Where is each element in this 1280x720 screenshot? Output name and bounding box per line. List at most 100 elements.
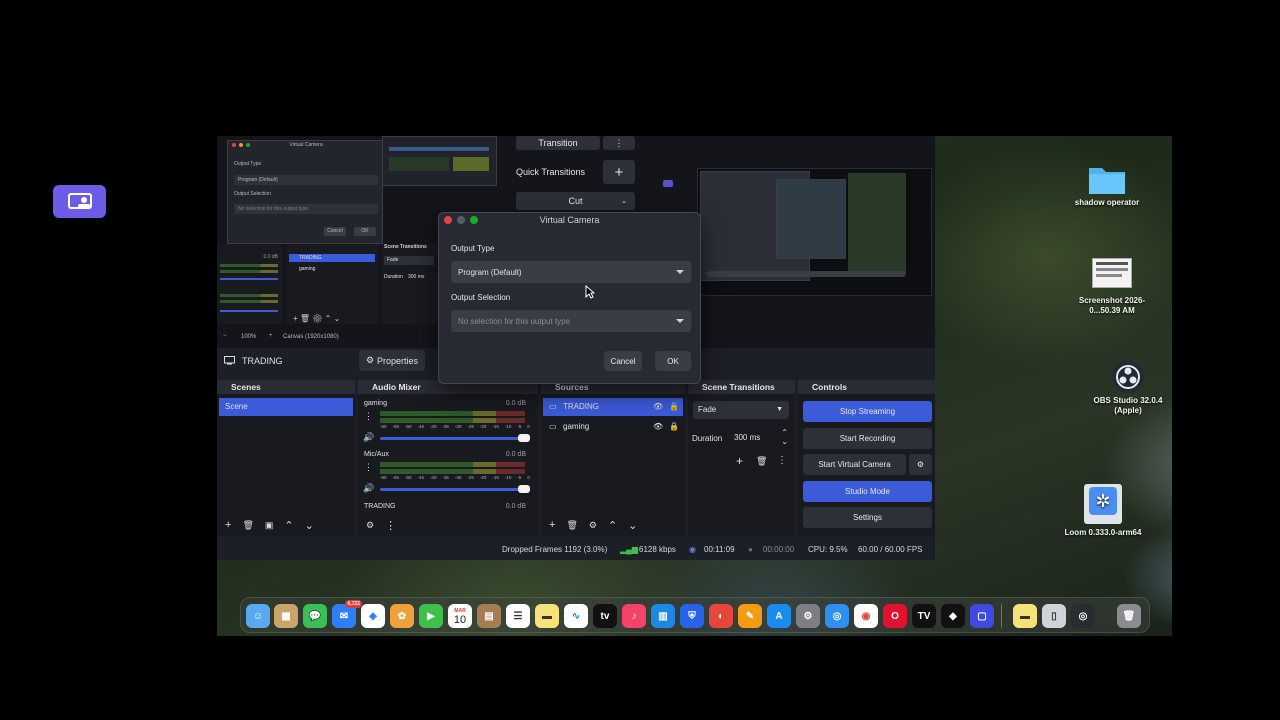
cancel-button[interactable]: Cancel xyxy=(604,351,642,371)
transition-button[interactable]: Transition xyxy=(516,136,600,150)
keynote-icon[interactable]: ▥ xyxy=(651,604,675,628)
stop-streaming-button[interactable]: Stop Streaming xyxy=(803,401,932,422)
system-settings-icon[interactable]: ⚙ xyxy=(796,604,820,628)
scene-item[interactable]: Scene xyxy=(219,398,353,416)
add-source-icon[interactable]: + xyxy=(549,519,555,531)
add-transition-icon[interactable]: + xyxy=(736,454,743,468)
cut-label: Cut xyxy=(568,196,583,206)
audio-settings-icon[interactable]: ⚙ xyxy=(366,520,374,531)
cut-transition-button[interactable]: Cut ⌄ xyxy=(516,192,635,210)
transition-type-select[interactable]: Fade ▼ xyxy=(693,401,789,419)
preview-icon[interactable]: ▯ xyxy=(1042,604,1066,628)
volume-slider[interactable] xyxy=(380,437,525,440)
channel-menu-icon[interactable]: ⋮ xyxy=(364,411,373,422)
add-scene-icon[interactable]: + xyxy=(225,519,231,531)
calendar-icon[interactable]: MAR 10 xyxy=(448,604,472,628)
clips-icon[interactable]: ◐ xyxy=(709,604,733,628)
shield-icon[interactable]: ⛨ xyxy=(680,604,704,628)
add-quick-transition-button[interactable]: + xyxy=(603,160,635,184)
app-store-icon[interactable]: A xyxy=(767,604,791,628)
audio-mixer-toolbar: ⚙ ⋮ xyxy=(358,514,538,536)
eye-icon[interactable]: 👁 xyxy=(653,418,663,436)
volume-slider-knob[interactable] xyxy=(518,485,530,493)
transition-menu-icon[interactable]: ⋮ xyxy=(777,455,787,466)
facetime-icon[interactable]: ▶ xyxy=(419,604,443,628)
contacts-icon[interactable]: ▤ xyxy=(477,604,501,628)
cpu-usage: CPU: 9.5% xyxy=(808,545,848,554)
channel-menu-icon[interactable]: ⋮ xyxy=(364,462,373,473)
photos-icon[interactable]: ✿ xyxy=(390,604,414,628)
trash-icon[interactable]: 🗑 xyxy=(242,520,253,531)
obs-dock-icon[interactable]: ◎ xyxy=(1071,604,1095,628)
source-item-trading[interactable]: ▭ TRADING 👁 🔒 xyxy=(543,398,683,416)
finder-icon[interactable]: ☺ xyxy=(246,604,270,628)
gear-icon[interactable]: ⚙ xyxy=(589,520,597,531)
loom-camera-button[interactable] xyxy=(53,185,106,218)
stickies-icon[interactable]: ▬ xyxy=(1013,604,1037,628)
pencil-icon[interactable]: ✎ xyxy=(738,604,762,628)
speaker-icon[interactable]: 🔊 xyxy=(363,483,374,494)
ghost-sources-dock: TRADING gaming + 🗑 ⚙ ⌃ ⌄ xyxy=(287,244,379,324)
lock-icon[interactable]: 🔒 xyxy=(669,398,679,416)
opera-icon[interactable]: O xyxy=(883,604,907,628)
apple-tv-icon[interactable]: tv xyxy=(593,604,617,628)
ghost-cancel-button: Cancel xyxy=(324,227,346,236)
volume-slider-knob[interactable] xyxy=(518,434,530,442)
launchpad-icon[interactable]: ▦ xyxy=(274,604,298,628)
move-up-icon[interactable]: ⌃ xyxy=(608,519,617,532)
spin-down-icon[interactable]: ⌄ xyxy=(781,432,788,452)
tradingview-icon[interactable]: TV xyxy=(912,604,936,628)
quick-transitions-label: Quick Transitions xyxy=(516,167,586,177)
zoom-window-icon[interactable] xyxy=(470,216,478,224)
chrome-icon[interactable]: ◉ xyxy=(854,604,878,628)
desktop-loom-icon[interactable]: ✲ Loom 0.333.0-arm64 xyxy=(1058,484,1148,538)
reminders-icon[interactable]: ☰ xyxy=(506,604,530,628)
calendar-day: 10 xyxy=(453,614,467,626)
speaker-icon[interactable]: 🔊 xyxy=(363,432,374,443)
settings-button[interactable]: Settings xyxy=(803,507,932,528)
desktop-icon-label: OBS Studio 32.0.4 (Apple) xyxy=(1093,396,1163,415)
messages-icon[interactable]: 💬 xyxy=(303,604,327,628)
desktop-folder-icon[interactable]: shadow operator xyxy=(1062,162,1152,208)
move-up-icon[interactable]: ⌃ xyxy=(284,519,293,532)
eye-icon[interactable]: 👁 xyxy=(653,398,663,416)
desktop-screenshot-icon[interactable]: Screenshot 2026-0...50.39 AM xyxy=(1067,258,1157,316)
output-selection-select[interactable]: No selection for this output type xyxy=(451,310,691,332)
properties-label: Properties xyxy=(377,355,419,366)
move-down-icon[interactable]: ⌄ xyxy=(305,519,314,532)
start-recording-button[interactable]: Start Recording xyxy=(803,428,932,449)
freeform-icon[interactable]: ∿ xyxy=(564,604,588,628)
ghost-source-item: TRADING xyxy=(289,254,375,262)
close-window-icon[interactable] xyxy=(444,216,452,224)
move-down-icon[interactable]: ⌄ xyxy=(628,519,637,532)
ghost-output-selection-field: No selection for this output type xyxy=(234,204,378,214)
start-virtual-camera-button[interactable]: Start Virtual Camera xyxy=(803,454,906,475)
audio-menu-icon[interactable]: ⋮ xyxy=(385,519,396,532)
ok-button[interactable]: OK xyxy=(655,351,691,371)
desktop-obs-icon[interactable]: OBS Studio 32.0.4 (Apple) xyxy=(1083,360,1172,416)
trash-icon[interactable]: 🗑 xyxy=(1117,604,1141,628)
studio-mode-button[interactable]: Studio Mode xyxy=(803,481,932,502)
music-icon[interactable]: ♪ xyxy=(622,604,646,628)
transition-menu-button[interactable]: ⋮ xyxy=(603,136,635,150)
mail-icon[interactable]: ✉ 6,722 xyxy=(332,600,362,628)
notes-icon[interactable]: ▬ xyxy=(535,604,559,628)
trash-icon[interactable]: 🗑 xyxy=(566,520,577,531)
app-square-icon[interactable]: ▢ xyxy=(970,604,994,628)
scenes-dock-title: Scenes xyxy=(217,380,355,394)
roblox-icon[interactable]: ◆ xyxy=(941,604,965,628)
safari-icon[interactable]: ◎ xyxy=(825,604,849,628)
duration-spinbox[interactable]: 300 ms ⌃ ⌄ xyxy=(730,428,790,448)
dialog-title: Virtual Camera xyxy=(539,215,600,225)
volume-slider[interactable] xyxy=(380,488,525,491)
filter-icon[interactable]: ▣ xyxy=(265,520,274,531)
trash-icon[interactable]: 🗑 xyxy=(756,456,767,467)
minimize-window-icon[interactable] xyxy=(457,216,465,224)
source-item-gaming[interactable]: ▭ gaming 👁 🔒 xyxy=(543,418,683,436)
virtual-camera-settings-button[interactable]: ⚙ xyxy=(909,454,932,475)
lock-icon[interactable]: 🔒 xyxy=(669,418,679,436)
properties-button[interactable]: ⚙ Properties xyxy=(359,350,425,371)
record-time: 00:00:00 xyxy=(763,545,795,554)
maps-icon[interactable]: ◈ xyxy=(361,604,385,628)
output-type-select[interactable]: Program (Default) xyxy=(451,261,691,283)
